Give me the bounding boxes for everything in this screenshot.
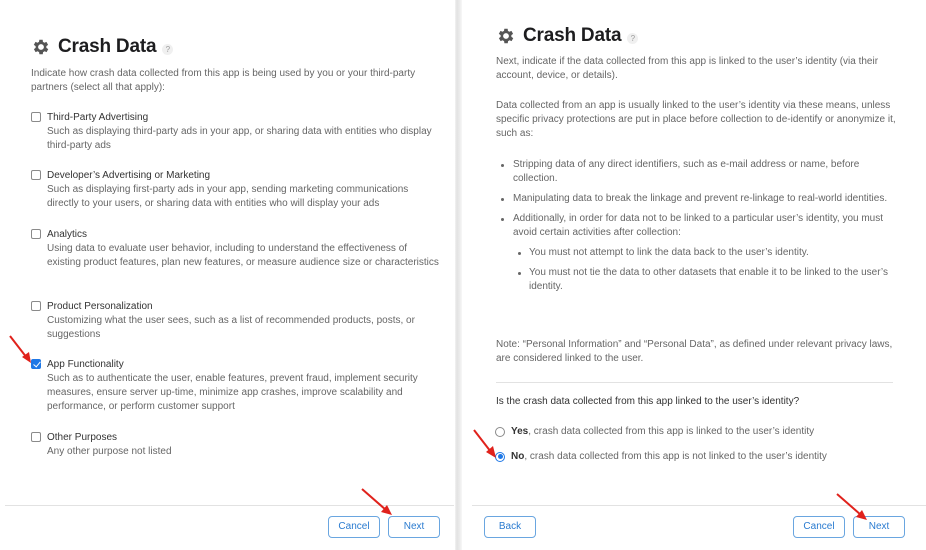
option-description: Using data to evaluate user behavior, in… [47, 243, 439, 268]
option-description: Such as displaying third-party ads in yo… [47, 126, 432, 151]
checkbox[interactable] [31, 229, 41, 239]
list-item-text: Stripping data of any direct identifiers… [513, 159, 860, 184]
dialog-title-row: Crash Data ? [496, 25, 639, 47]
purpose-dialog: Crash Data ? Indicate how crash data col… [0, 0, 455, 550]
annotation-arrow-icon [473, 429, 496, 458]
list-item-text: You must not attempt to link the data ba… [529, 247, 809, 258]
back-button[interactable]: Back [484, 516, 536, 538]
option-description: Customizing what the user sees, such as … [47, 315, 415, 340]
gear-icon [33, 39, 49, 55]
option-description: Such as displaying first-party ads in yo… [47, 184, 409, 209]
radio-label: , crash data collected from this app is … [528, 426, 815, 437]
list-item-text: You must not tie the data to other datas… [529, 267, 888, 292]
gear-icon [498, 28, 514, 44]
checkbox[interactable] [31, 432, 41, 442]
dialog-title: Crash Data [523, 25, 622, 46]
sub-list-item: You must not tie the data to other datas… [513, 266, 896, 294]
cancel-button[interactable]: Cancel [328, 516, 380, 538]
intro-text: Indicate how crash data collected from t… [31, 68, 416, 93]
list-item-text: Additionally, in order for data not to b… [513, 213, 884, 238]
section-divider [496, 382, 893, 383]
radio-yes[interactable]: Yes, crash data collected from this app … [495, 426, 814, 437]
option-product-personalization[interactable]: Product Personalization Customizing what… [31, 300, 441, 342]
option-label: Developer’s Advertising or Marketing [47, 170, 211, 181]
option-description: Such as to authenticate the user, enable… [47, 373, 418, 412]
option-label: Product Personalization [47, 301, 153, 312]
radio-label: , crash data collected from this app is … [524, 451, 827, 462]
next-button[interactable]: Next [388, 516, 440, 538]
checkbox[interactable] [31, 112, 41, 122]
help-icon[interactable]: ? [162, 43, 174, 55]
option-analytics[interactable]: Analytics Using data to evaluate user be… [31, 228, 441, 270]
option-third-party-advertising[interactable]: Third-Party Advertising Such as displayi… [31, 111, 441, 153]
list-item: Manipulating data to break the linkage a… [496, 192, 896, 206]
list-item-text: Manipulating data to break the linkage a… [513, 193, 888, 204]
sub-list-item: You must not attempt to link the data ba… [513, 246, 896, 260]
option-label: Other Purposes [47, 432, 118, 443]
annotation-arrow-icon [361, 488, 392, 515]
sub-list: You must not attempt to link the data ba… [513, 246, 896, 294]
panel-divider [455, 0, 462, 550]
option-label: App Functionality [47, 359, 124, 370]
linked-question: Is the crash data collected from this ap… [496, 396, 800, 407]
radio-label-strong: Yes [511, 426, 529, 437]
radio-no[interactable]: No, crash data collected from this app i… [495, 451, 827, 462]
linked-data-dialog: Crash Data ? Next, indicate if the data … [462, 0, 926, 550]
option-description: Any other purpose not listed [47, 446, 172, 457]
note-text: Note: “Personal Information” and “Person… [496, 339, 893, 364]
dialog-title-row: Crash Data ? [31, 36, 174, 58]
checkbox[interactable] [31, 301, 41, 311]
option-label: Analytics [47, 229, 88, 240]
option-label: Third-Party Advertising [47, 112, 149, 123]
help-icon[interactable]: ? [627, 32, 639, 44]
list-item: Additionally, in order for data not to b… [496, 212, 896, 294]
list-item: Stripping data of any direct identifiers… [496, 158, 896, 186]
explanation-text: Data collected from an app is usually li… [496, 100, 896, 139]
option-app-functionality[interactable]: App Functionality Such as to authenticat… [31, 358, 441, 414]
option-developer-advertising[interactable]: Developer’s Advertising or Marketing Suc… [31, 169, 441, 211]
annotation-arrow-icon [9, 335, 31, 363]
dialog-title: Crash Data [58, 36, 157, 57]
radio-label-strong: No [511, 451, 525, 462]
intro-text: Next, indicate if the data collected fro… [496, 56, 879, 81]
option-other-purposes[interactable]: Other Purposes Any other purpose not lis… [31, 431, 441, 459]
protections-list: Stripping data of any direct identifiers… [496, 158, 896, 300]
checkbox[interactable] [31, 170, 41, 180]
annotation-arrow-icon [836, 493, 867, 520]
